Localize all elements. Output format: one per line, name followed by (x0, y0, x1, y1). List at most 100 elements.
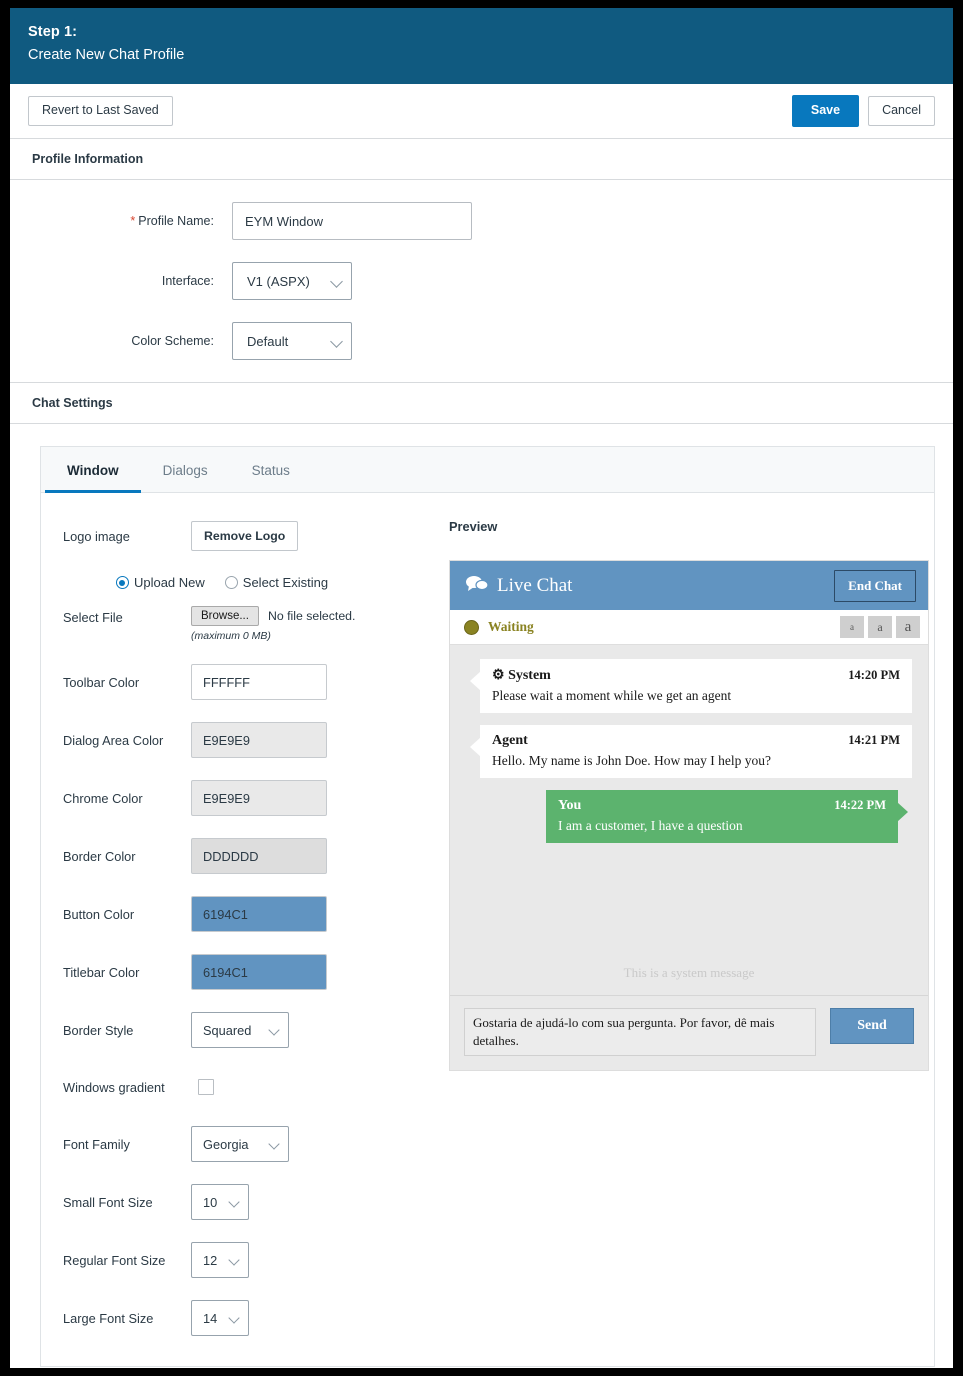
select-existing-radio-option[interactable]: Select Existing (224, 575, 329, 590)
profile-name-label-text: Profile Name: (138, 214, 214, 228)
tab-dialogs[interactable]: Dialogs (141, 447, 230, 492)
save-button[interactable]: Save (791, 95, 860, 127)
interface-select[interactable]: V1 (ASPX) (232, 262, 352, 300)
gear-icon: ⚙ (492, 668, 505, 683)
windows-gradient-checkbox[interactable] (198, 1079, 214, 1095)
font-size-buttons: a a a (836, 616, 920, 638)
font-size-medium-button[interactable]: a (868, 616, 892, 638)
chrome-color-input[interactable] (191, 780, 327, 816)
border-color-row: Border Color (63, 838, 441, 874)
revert-to-last-saved-button[interactable]: Revert to Last Saved (28, 96, 173, 126)
regular-font-size-select-wrap: 12 (191, 1242, 249, 1278)
button-color-label: Button Color (63, 906, 135, 922)
profile-name-row: * Profile Name: (10, 202, 953, 240)
chat-message-system: ⚙ System 14:20 PM Please wait a moment w… (466, 659, 912, 713)
max-file-size-note: (maximum 0 MB) (191, 630, 271, 642)
select-existing-radio[interactable] (224, 576, 238, 589)
font-family-select-wrap: Georgia (191, 1126, 289, 1162)
chat-settings-heading: Chat Settings (10, 383, 953, 424)
titlebar-color-row: Titlebar Color (63, 954, 441, 990)
interface-select-wrap: V1 (ASPX) (232, 262, 352, 300)
chat-message-you: You 14:22 PM I am a customer, I have a q… (546, 790, 912, 843)
font-size-small-button[interactable]: a (840, 616, 864, 638)
font-size-large-button[interactable]: a (896, 616, 920, 638)
button-color-input[interactable] (191, 896, 327, 932)
select-existing-label: Select Existing (242, 575, 329, 590)
large-font-size-select[interactable]: 14 (191, 1300, 249, 1336)
large-font-size-row: Large Font Size 14 (63, 1300, 441, 1336)
toolbar-color-input[interactable] (191, 664, 327, 700)
color-scheme-label: Color Scheme: (131, 334, 214, 348)
chat-message-agent: Agent 14:21 PM Hello. My name is John Do… (466, 725, 912, 778)
send-button[interactable]: Send (830, 1008, 914, 1044)
chat-bubble-icon (466, 575, 489, 597)
titlebar-color-label: Titlebar Color (63, 964, 140, 980)
tab-status[interactable]: Status (230, 447, 312, 492)
small-font-size-select-wrap: 10 (191, 1184, 249, 1220)
small-font-size-select[interactable]: 10 (191, 1184, 249, 1220)
toolbar-color-row: Toolbar Color (63, 664, 441, 700)
chat-message-input[interactable] (464, 1008, 816, 1056)
dialog-area-color-input[interactable] (191, 722, 327, 758)
dialog-area-color-row: Dialog Area Color (63, 722, 441, 758)
logo-image-row: Logo image Remove Logo (63, 519, 441, 553)
chrome-color-label: Chrome Color (63, 790, 143, 806)
border-style-select[interactable]: Squared (191, 1012, 289, 1048)
chat-message-sender: ⚙ System (492, 667, 848, 684)
chat-settings-card: Window Dialogs Status Logo image Remove … (40, 446, 935, 1367)
small-font-size-row: Small Font Size 10 (63, 1184, 441, 1220)
chat-message-sender-text: System (508, 668, 551, 683)
chat-message-time: 14:22 PM (834, 798, 886, 812)
color-scheme-select[interactable]: Default (232, 322, 352, 360)
chat-message-text: Hello. My name is John Doe. How may I he… (492, 753, 771, 768)
app-frame: Step 1: Create New Chat Profile Revert t… (10, 8, 953, 1368)
browse-button[interactable]: Browse... (191, 606, 259, 626)
profile-name-label: * Profile Name: (10, 214, 232, 228)
regular-font-size-label: Regular Font Size (63, 1252, 166, 1268)
color-scheme-row: Color Scheme: Default (10, 322, 953, 360)
chat-preview-window: Live Chat End Chat Waiting a a a ⚙ Syste… (449, 560, 929, 1071)
profile-information-heading: Profile Information (10, 139, 953, 180)
chat-status-bar: Waiting a a a (450, 610, 928, 645)
chat-message-bubble: Agent 14:21 PM Hello. My name is John Do… (480, 725, 912, 778)
remove-logo-button[interactable]: Remove Logo (191, 521, 299, 551)
regular-font-size-row: Regular Font Size 12 (63, 1242, 441, 1278)
toolbar-color-label: Toolbar Color (63, 674, 140, 690)
status-badge: Waiting (488, 619, 534, 634)
large-font-size-label: Large Font Size (63, 1310, 154, 1326)
upload-new-label: Upload New (133, 575, 205, 590)
windows-gradient-row: Windows gradient (63, 1070, 441, 1104)
status-indicator-icon (464, 619, 479, 635)
chat-message-header: ⚙ System 14:20 PM (492, 667, 900, 684)
tab-panel-window: Logo image Remove Logo Upload New Select… (41, 493, 934, 1366)
no-file-selected-text: No file selected. (267, 609, 356, 623)
font-family-row: Font Family Georgia (63, 1126, 441, 1162)
tab-window[interactable]: Window (45, 447, 141, 493)
logo-source-radio-group: Upload New Select Existing (63, 575, 441, 590)
font-family-select[interactable]: Georgia (191, 1126, 289, 1162)
titlebar-color-input[interactable] (191, 954, 327, 990)
select-file-label: Select File (63, 610, 123, 625)
chat-message-list: ⚙ System 14:20 PM Please wait a moment w… (450, 645, 928, 995)
step-header: Step 1: Create New Chat Profile (10, 8, 953, 84)
preview-heading: Preview (449, 519, 498, 534)
chat-message-header: Agent 14:21 PM (492, 733, 900, 749)
chrome-color-row: Chrome Color (63, 780, 441, 816)
page-title: Create New Chat Profile (28, 47, 185, 63)
interface-row: Interface: V1 (ASPX) (10, 262, 953, 300)
chat-message-header: You 14:22 PM (558, 798, 886, 814)
step-number: Step 1: (28, 24, 78, 40)
windows-gradient-label: Windows gradient (63, 1079, 165, 1095)
chat-message-time: 14:21 PM (848, 733, 900, 747)
profile-information-body: *Profile Name: Interface: V1 (ASPX) Colo… (10, 180, 953, 383)
cancel-button[interactable]: Cancel (868, 96, 935, 126)
profile-name-input[interactable] (232, 202, 472, 240)
upload-new-radio[interactable] (115, 576, 129, 589)
preview-column: Preview Live Chat End Chat Waiting a a a… (441, 519, 934, 1336)
border-color-input[interactable] (191, 838, 327, 874)
regular-font-size-select[interactable]: 12 (191, 1242, 249, 1278)
upload-new-radio-option[interactable]: Upload New (115, 575, 205, 590)
border-style-label: Border Style (63, 1022, 134, 1038)
end-chat-button[interactable]: End Chat (834, 569, 916, 602)
small-font-size-label: Small Font Size (63, 1194, 153, 1210)
